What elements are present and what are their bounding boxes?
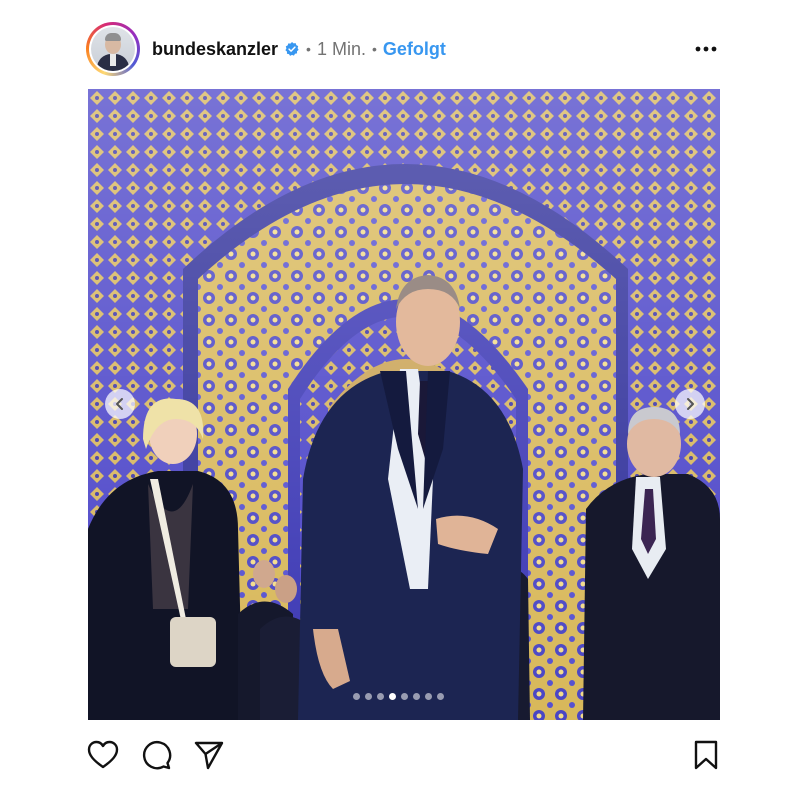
carousel-dot xyxy=(365,693,372,700)
carousel-dot xyxy=(377,693,384,700)
bookmark-icon[interactable] xyxy=(689,738,723,772)
carousel-indicator xyxy=(353,693,444,700)
avatar xyxy=(91,27,135,71)
more-options-icon[interactable] xyxy=(692,36,720,62)
carousel-dot xyxy=(425,693,432,700)
paper-plane-icon[interactable] xyxy=(192,738,226,772)
carousel-dot xyxy=(389,693,396,700)
comment-bubble-icon[interactable] xyxy=(139,738,173,772)
chevron-left-icon[interactable] xyxy=(105,389,135,419)
username-link[interactable]: bundeskanzler xyxy=(152,39,278,60)
carousel-dot xyxy=(401,693,408,700)
carousel-dot xyxy=(437,693,444,700)
avatar-story-ring[interactable] xyxy=(86,22,140,76)
post-timestamp: 1 Min. xyxy=(316,38,366,59)
verified-badge-icon xyxy=(285,42,299,56)
carousel-dot xyxy=(413,693,420,700)
post-photo[interactable] xyxy=(88,89,720,720)
chevron-right-icon[interactable] xyxy=(675,389,705,419)
following-button[interactable]: Gefolgt xyxy=(383,39,446,60)
separator-dot: • xyxy=(371,41,377,57)
carousel-dot xyxy=(353,693,360,700)
post-action-bar xyxy=(86,738,720,772)
post-meta: bundeskanzler • 1 Min. • Gefolgt xyxy=(152,22,446,76)
separator-dot: • xyxy=(306,41,311,57)
heart-icon[interactable] xyxy=(86,738,120,772)
post-header: bundeskanzler • 1 Min. • Gefolgt xyxy=(86,22,720,76)
